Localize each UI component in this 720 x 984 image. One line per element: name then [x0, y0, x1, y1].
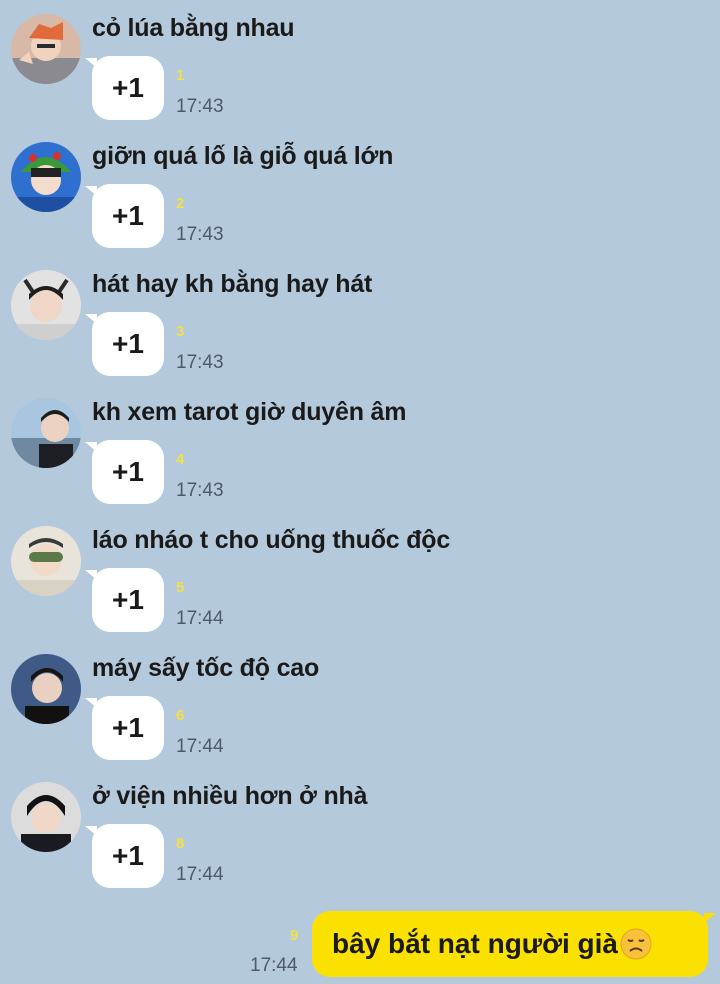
avatar[interactable] — [11, 782, 81, 852]
avatar-photo-icon — [11, 526, 81, 596]
unread-count: 3 — [176, 323, 185, 340]
avatar-photo-icon — [11, 14, 81, 84]
unread-count: 6 — [176, 707, 185, 724]
message-bubble[interactable]: +1 — [85, 440, 164, 504]
sender-name: hát hay kh bằng hay hát — [92, 270, 373, 298]
unread-count: 8 — [176, 835, 185, 852]
avatar-photo-icon — [11, 398, 81, 468]
avatar[interactable] — [11, 654, 81, 724]
unread-count: 4 — [176, 451, 185, 468]
timestamp: 17:44 — [176, 608, 224, 629]
unread-count: 5 — [176, 579, 185, 596]
avatar-photo-icon — [11, 654, 81, 724]
chat-thread[interactable]: cỏ lúa bằng nhau +1 1 17:43 giỡn quá lố … — [0, 0, 720, 984]
unread-count: 2 — [176, 195, 185, 212]
sender-name: giỡn quá lố là giỗ quá lớn — [92, 142, 394, 170]
avatar-photo-icon — [11, 782, 81, 852]
message-row: máy sấy tốc độ cao +1 6 17:44 — [0, 640, 720, 768]
timestamp: 17:44 — [176, 864, 224, 885]
message-row: cỏ lúa bằng nhau +1 1 17:43 — [0, 0, 720, 128]
avatar[interactable] — [11, 142, 81, 212]
message-text: bây bắt nạt người già — [332, 928, 618, 959]
avatar[interactable] — [11, 270, 81, 340]
timestamp: 17:43 — [176, 96, 224, 117]
outgoing-message-bubble[interactable]: bây bắt nạt người già — [312, 911, 716, 977]
avatar[interactable] — [11, 14, 81, 84]
message-row: láo nháo t cho uống thuốc độc +1 5 17:44 — [0, 512, 720, 640]
message-bubble[interactable]: +1 — [85, 824, 164, 888]
timestamp: 17:44 — [250, 955, 298, 976]
message-row: giỡn quá lố là giỗ quá lớn +1 2 17:43 — [0, 128, 720, 256]
sender-name: máy sấy tốc độ cao — [92, 654, 320, 682]
unread-count: 9 — [290, 927, 299, 944]
timestamp: 17:43 — [176, 352, 224, 373]
message-bubble[interactable]: +1 — [85, 568, 164, 632]
message-bubble[interactable]: +1 — [85, 696, 164, 760]
message-bubble[interactable]: +1 — [85, 184, 164, 248]
unread-count: 1 — [176, 67, 185, 84]
sender-name: láo nháo t cho uống thuốc độc — [92, 526, 451, 554]
avatar[interactable] — [11, 526, 81, 596]
message-row: kh xem tarot giờ duyên âm +1 4 17:43 — [0, 384, 720, 512]
disappointed-face-icon — [620, 928, 652, 960]
message-bubble[interactable]: +1 — [85, 56, 164, 120]
sender-name: kh xem tarot giờ duyên âm — [92, 398, 407, 426]
message-bubble[interactable]: +1 — [85, 312, 164, 376]
sender-name: ở viện nhiều hơn ở nhà — [92, 782, 368, 810]
avatar-photo-icon — [11, 270, 81, 340]
timestamp: 17:43 — [176, 224, 224, 245]
message-row: ở viện nhiều hơn ở nhà +1 8 17:44 — [0, 768, 720, 896]
avatar-photo-icon — [11, 142, 81, 212]
avatar[interactable] — [11, 398, 81, 468]
message-row: hát hay kh bằng hay hát +1 3 17:43 — [0, 256, 720, 384]
timestamp: 17:43 — [176, 480, 224, 501]
timestamp: 17:44 — [176, 736, 224, 757]
sender-name: cỏ lúa bằng nhau — [92, 14, 295, 42]
